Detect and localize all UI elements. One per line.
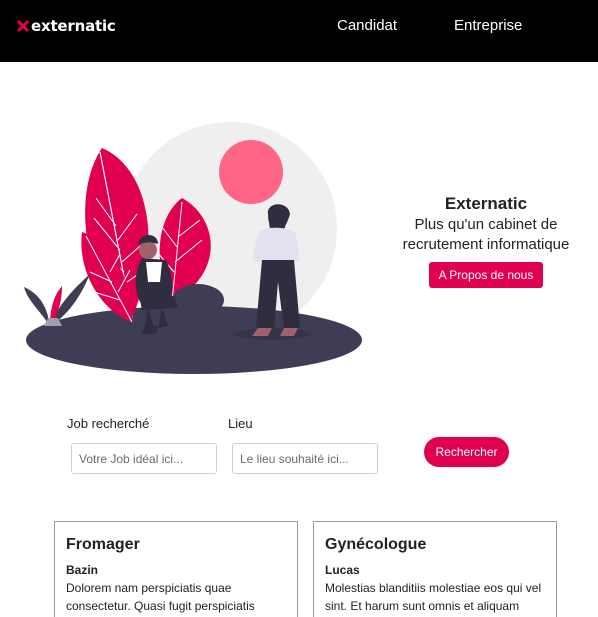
job-card[interactable]: Fromager Bazin Dolorem nam perspiciatis … xyxy=(54,521,298,617)
location-label: Lieu xyxy=(228,416,253,431)
brand-name: externatic xyxy=(31,17,116,35)
job-card[interactable]: Gynécologue Lucas Molestias blanditiis m… xyxy=(313,521,557,617)
sun-circle xyxy=(219,140,283,204)
hero-illustration xyxy=(22,122,367,378)
job-title: Gynécologue xyxy=(325,536,427,553)
ground-ellipse xyxy=(26,306,362,374)
about-us-button[interactable]: A Propos de nous xyxy=(428,262,544,288)
brand-logo[interactable]: externatic xyxy=(16,15,116,37)
company-name: Bazin xyxy=(66,563,99,577)
job-search-label: Job recherché xyxy=(67,416,150,431)
x-logo-icon xyxy=(16,19,30,33)
nav-link-candidat[interactable]: Candidat xyxy=(337,17,397,34)
job-title: Fromager xyxy=(66,536,140,553)
navbar: externatic Candidat Entreprise xyxy=(0,0,598,62)
job-description: Dolorem nam perspiciatis quae consectetu… xyxy=(66,581,255,613)
location-input[interactable] xyxy=(232,443,378,474)
rock xyxy=(172,284,224,316)
nav-link-entreprise[interactable]: Entreprise xyxy=(454,17,522,34)
hero-subtitle: Plus qu'un cabinet de recrutement inform… xyxy=(402,216,570,253)
hero-text: Externatic Plus qu'un cabinet de recrute… xyxy=(400,194,572,288)
search-button[interactable]: Rechercher xyxy=(424,437,509,467)
company-name: Lucas xyxy=(325,563,360,577)
hero-title: Externatic xyxy=(444,194,528,213)
job-description: Molestias blanditiis molestiae eos qui v… xyxy=(325,581,542,613)
job-search-input[interactable] xyxy=(71,443,217,474)
plant-left xyxy=(24,287,50,327)
